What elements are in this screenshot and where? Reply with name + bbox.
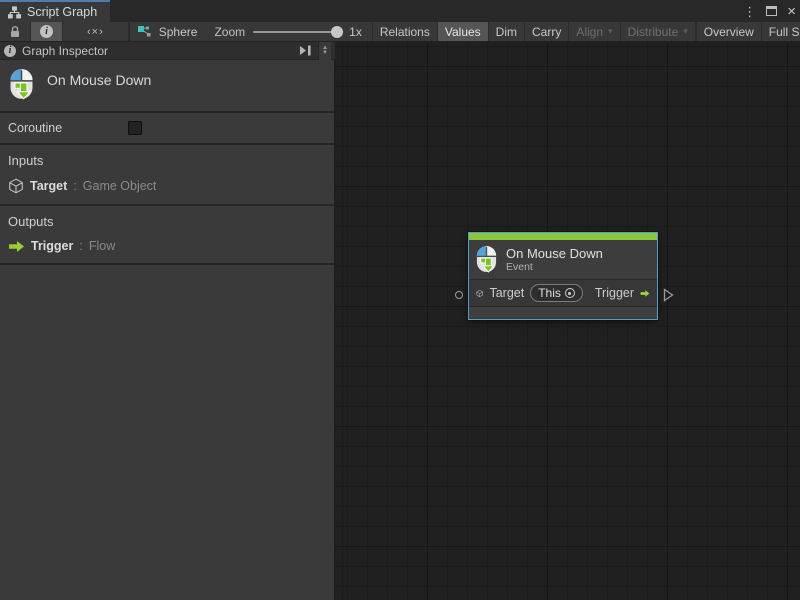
values-label: Values [445, 25, 481, 39]
distribute-label: Distribute [628, 25, 679, 39]
spin-down-icon[interactable]: ▼ [322, 51, 328, 56]
input-type: Game Object [83, 179, 157, 193]
node-output-port[interactable] [663, 288, 674, 302]
output-trigger-row: Trigger : Flow [0, 233, 334, 263]
node-output-label: Trigger [595, 286, 634, 300]
values-button[interactable]: Values [438, 22, 489, 41]
inputs-section: Inputs Target : Game Object [0, 145, 334, 206]
graph-asset-icon [137, 25, 152, 39]
window-controls: ⋮ × [743, 0, 796, 22]
inspector-toggle-button[interactable]: i [31, 22, 63, 41]
target-this-chip[interactable]: This [530, 284, 583, 302]
type-separator: : [79, 239, 82, 253]
relations-button[interactable]: Relations [372, 22, 438, 41]
zoom-label: Zoom [214, 25, 245, 39]
full-screen-label: Full Screen [769, 25, 800, 39]
tab-title: Script Graph [27, 5, 97, 19]
flow-arrow-icon [8, 240, 25, 253]
script-graph-window: Script Graph ⋮ × i ‹×› [0, 0, 800, 600]
this-value: This [538, 286, 561, 300]
relations-label: Relations [380, 25, 430, 39]
graph-toolbar: i ‹×› Sphere Zoom 1x Relations Value [0, 22, 800, 42]
output-name: Trigger [31, 239, 73, 253]
align-button[interactable]: Align ▾ [569, 22, 620, 41]
dock-panel-icon[interactable] [299, 45, 312, 56]
on-mouse-down-icon [475, 245, 498, 274]
graph-canvas[interactable] [335, 42, 800, 600]
menu-icon[interactable]: ⋮ [743, 5, 756, 18]
node-footer [469, 307, 657, 318]
overview-button[interactable]: Overview [697, 22, 762, 41]
input-name: Target [30, 179, 67, 193]
object-picker-icon[interactable] [565, 288, 575, 298]
inspector-empty-area [0, 265, 334, 565]
carry-button[interactable]: Carry [525, 22, 569, 41]
node-port-row: Target This Trigger [469, 280, 657, 307]
full-screen-button[interactable]: Full Screen [762, 22, 800, 41]
output-type: Flow [89, 239, 115, 253]
maximize-icon[interactable] [766, 6, 777, 16]
distribute-dropdown-icon: ▾ [683, 26, 688, 37]
input-target-row: Target : Game Object [0, 172, 334, 204]
event-header-block: On Mouse Down [0, 60, 334, 113]
outputs-section: Outputs Trigger : Flow [0, 206, 334, 265]
graph-breadcrumb[interactable]: Sphere [130, 22, 205, 41]
lock-icon [9, 25, 21, 38]
inspector-title: Graph Inspector [22, 44, 293, 58]
coroutine-row: Coroutine [0, 113, 334, 145]
dim-button[interactable]: Dim [489, 22, 525, 41]
dim-label: Dim [496, 25, 517, 39]
node-subtitle: Event [506, 261, 603, 273]
zoom-value: 1x [349, 25, 362, 39]
event-title: On Mouse Down [47, 68, 151, 88]
tab-strip: Script Graph ⋮ × [0, 0, 800, 22]
distribute-button[interactable]: Distribute ▾ [621, 22, 696, 41]
graph-name: Sphere [159, 25, 198, 39]
cube-icon [476, 286, 483, 301]
coroutine-label: Coroutine [8, 121, 128, 135]
overview-label: Overview [704, 25, 754, 39]
node-title: On Mouse Down [506, 246, 603, 261]
panel-scroll-stepper[interactable]: ▲ ▼ [318, 42, 331, 60]
graph-inspector-panel: i Graph Inspector ▲ ▼ [0, 42, 335, 600]
node-input-label: Target [489, 286, 524, 300]
carry-label: Carry [532, 25, 561, 39]
lock-button[interactable] [0, 22, 31, 41]
code-icon: ‹×› [87, 26, 104, 38]
flow-arrow-icon [640, 287, 650, 300]
tab-script-graph[interactable]: Script Graph [0, 0, 110, 22]
code-preview-button[interactable]: ‹×› [63, 22, 129, 41]
close-icon[interactable]: × [787, 4, 796, 19]
cube-icon [8, 178, 24, 194]
graph-hierarchy-icon [8, 6, 21, 19]
node-header[interactable]: On Mouse Down Event [469, 240, 657, 280]
coroutine-checkbox[interactable] [128, 121, 142, 135]
node-event-colorbar [469, 233, 657, 240]
zoom-slider-handle[interactable] [331, 26, 343, 38]
align-label: Align [576, 25, 603, 39]
outputs-header: Outputs [0, 206, 334, 233]
zoom-control: Zoom 1x [204, 22, 371, 41]
info-icon: i [4, 45, 16, 57]
zoom-slider[interactable] [253, 31, 341, 33]
type-separator: : [73, 179, 76, 193]
inspector-header: i Graph Inspector ▲ ▼ [0, 42, 335, 60]
node-input-port[interactable] [455, 291, 463, 299]
info-icon: i [40, 25, 53, 38]
on-mouse-down-icon [8, 68, 35, 101]
inputs-header: Inputs [0, 145, 334, 172]
align-dropdown-icon: ▾ [608, 26, 613, 37]
on-mouse-down-node[interactable]: On Mouse Down Event Target This Trigger [468, 232, 658, 320]
